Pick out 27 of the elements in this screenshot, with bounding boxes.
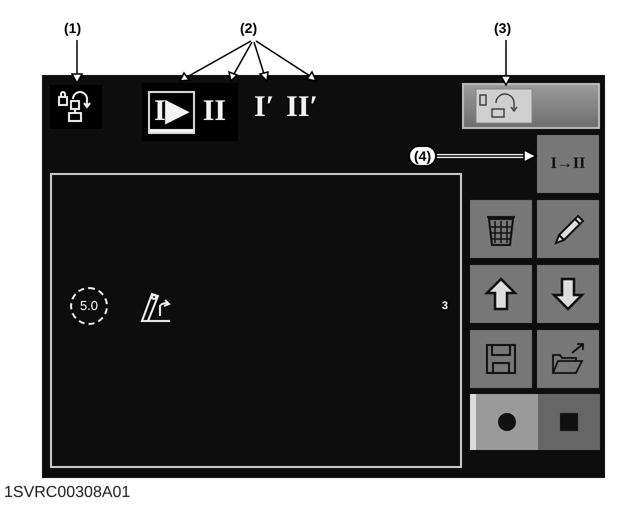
pattern-tab[interactable]: II′ [282,89,322,128]
pattern-tab[interactable]: I′ [250,89,278,128]
trash-button[interactable] [470,200,532,258]
row-number: 3 [442,300,448,312]
callout-label: (3) [494,20,512,36]
stop-square-icon [560,413,578,431]
down-arrow-button[interactable] [537,265,599,323]
folder-arrow-button[interactable] [537,330,599,388]
callout-arrow [70,40,84,85]
copy-pattern-button[interactable]: I→II [537,135,599,193]
callout-arrow [500,40,512,87]
pattern-tab[interactable]: II [198,92,230,132]
speed-dial: 5.0 [70,286,108,324]
up-arrow-button[interactable] [470,265,532,323]
card-icon [474,87,534,125]
record-dot-icon [497,412,517,432]
pencil-button[interactable] [537,200,599,258]
figure-caption: 1SVRC00308A01 [4,484,130,502]
record-button[interactable] [470,394,538,450]
floppy-disk-button[interactable] [470,330,532,388]
up-arrow-icon [483,276,519,312]
callout-label: (2) [240,20,258,36]
down-arrow-icon [550,276,586,312]
folder-arrow-icon [550,341,586,377]
callout-label: (1) [64,20,82,36]
card-button[interactable] [462,83,600,129]
pattern-tab[interactable]: I▶ [150,92,193,132]
